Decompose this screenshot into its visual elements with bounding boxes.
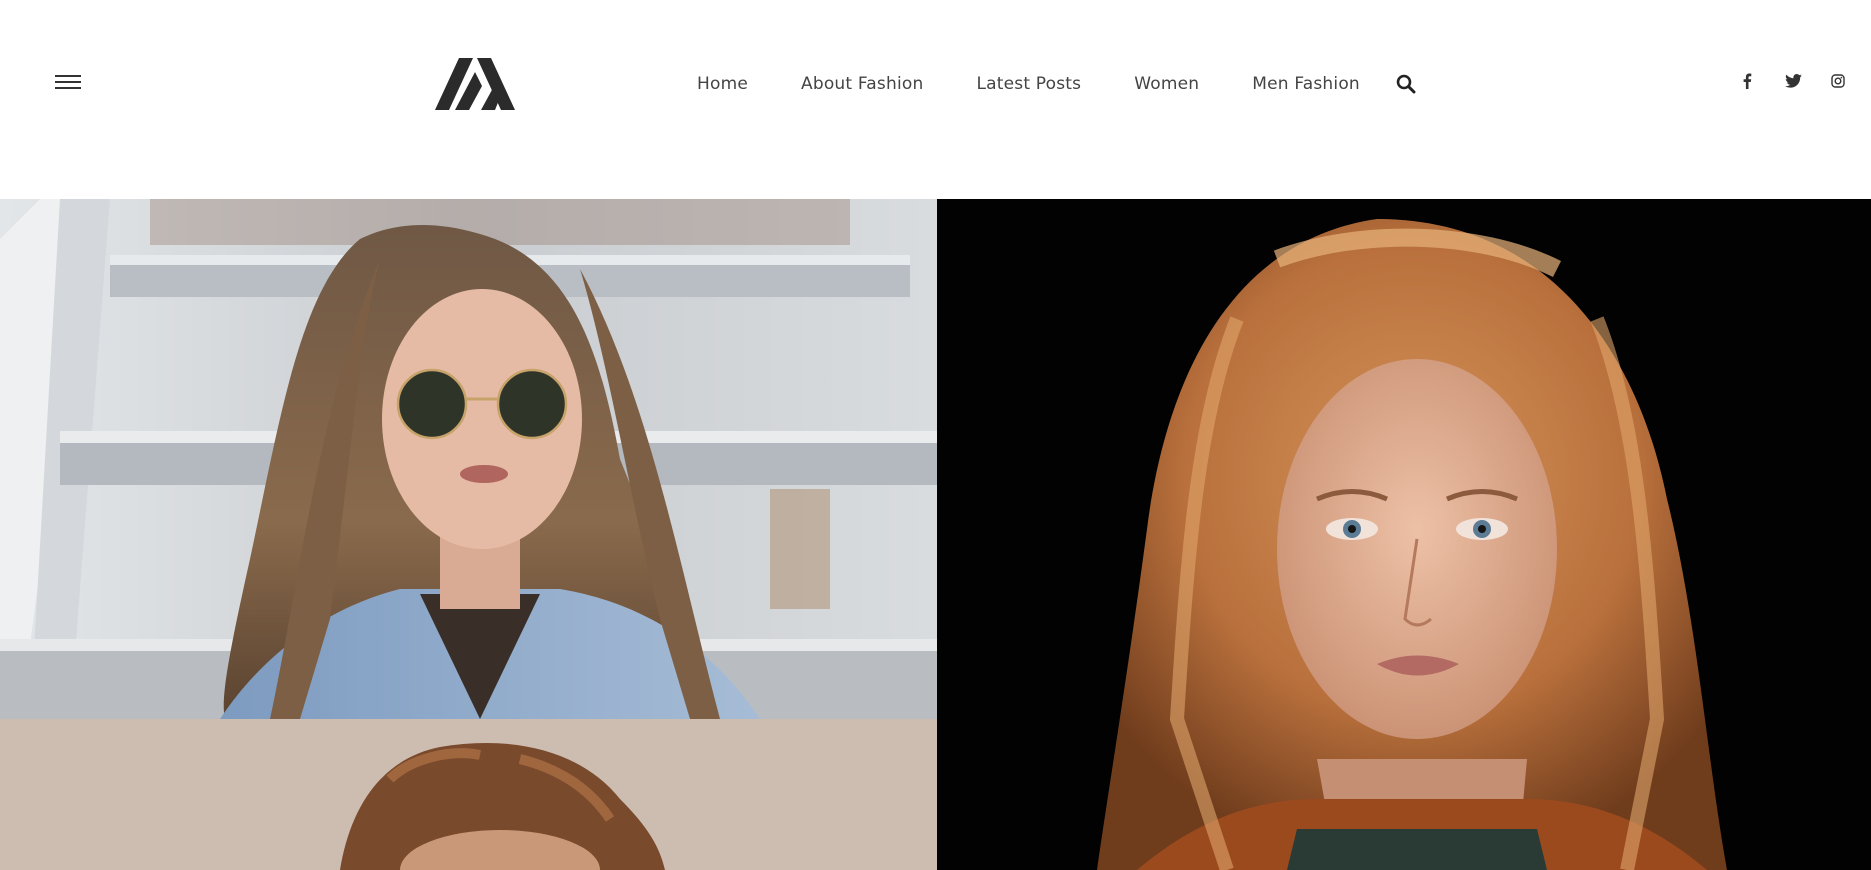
instagram-icon[interactable] bbox=[1831, 72, 1845, 90]
facebook-icon[interactable] bbox=[1742, 72, 1752, 90]
woman-sunglasses-photo[interactable] bbox=[0, 199, 937, 719]
m-monogram-logo bbox=[435, 58, 515, 110]
curly-hair-person-photo[interactable] bbox=[0, 719, 937, 870]
redhead-woman-portrait-photo[interactable] bbox=[937, 199, 1871, 870]
nav-item-women[interactable]: Women bbox=[1134, 74, 1199, 94]
hamburger-menu-icon[interactable] bbox=[55, 74, 81, 92]
site-header: Home About Fashion Latest Posts Women Me… bbox=[0, 0, 1871, 199]
main-nav: Home About Fashion Latest Posts Women Me… bbox=[697, 72, 1416, 96]
search-icon[interactable] bbox=[1396, 74, 1416, 94]
nav-item-about-fashion[interactable]: About Fashion bbox=[801, 74, 923, 94]
nav-item-home[interactable]: Home bbox=[697, 74, 748, 94]
nav-item-latest-posts[interactable]: Latest Posts bbox=[976, 74, 1081, 94]
site-logo[interactable] bbox=[435, 58, 515, 110]
nav-item-men-fashion[interactable]: Men Fashion bbox=[1252, 74, 1360, 94]
twitter-icon[interactable] bbox=[1785, 72, 1802, 90]
